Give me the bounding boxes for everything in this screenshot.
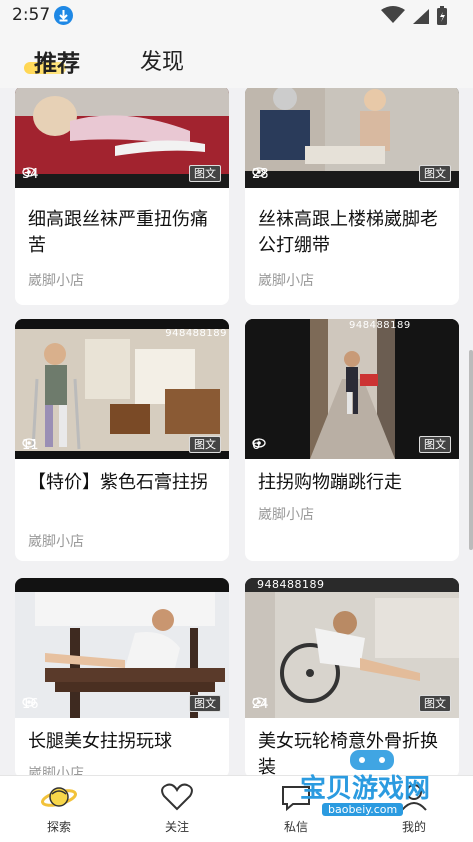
gamepad-icon xyxy=(350,750,394,770)
nav-follow[interactable]: 关注 xyxy=(147,782,207,835)
view-count: 28 xyxy=(252,167,269,182)
site-watermark-url: baobeiy.com xyxy=(322,803,404,816)
nav-explore[interactable]: 探索 xyxy=(29,782,89,835)
thumbnail-watermark: 948488189 xyxy=(349,320,411,331)
content-type-badge: 图文 xyxy=(189,436,221,453)
card-thumbnail: 948488189 11 图文 xyxy=(15,319,229,459)
status-icons xyxy=(373,4,473,28)
eye-icon xyxy=(22,167,36,177)
download-icon xyxy=(54,6,73,25)
card-title: 丝袜高跟上楼梯崴脚老公打绷带 xyxy=(258,209,438,256)
card-shop-name[interactable]: 崴脚小店 xyxy=(28,763,84,775)
site-watermark-text: 宝贝游戏网 xyxy=(300,774,431,804)
content-type-badge: 图文 xyxy=(419,436,451,453)
content-type-badge: 图文 xyxy=(189,695,221,712)
tab-discover[interactable]: 发现 xyxy=(140,44,184,76)
site-watermark: 宝贝游戏网 baobeiy.com xyxy=(282,748,462,818)
card-shop-name[interactable]: 崴脚小店 xyxy=(28,531,84,551)
wifi-icon xyxy=(381,6,405,23)
card-thumbnail: 948488189 24 图文 xyxy=(245,578,459,718)
content-type-badge: 图文 xyxy=(419,695,451,712)
feed-card[interactable]: 28 图文 丝袜高跟上楼梯崴脚老公打绷带 崴脚小店 xyxy=(245,88,459,305)
card-title: 长腿美女拄拐玩球 xyxy=(28,731,172,752)
thumbnail-watermark: 948488189 xyxy=(257,578,325,591)
feed-card[interactable]: 34 图文 细高跟丝袜严重扭伤痛苦 崴脚小店 xyxy=(15,88,229,305)
eye-icon xyxy=(252,167,266,177)
eye-icon xyxy=(252,697,266,707)
eye-icon xyxy=(252,438,266,448)
card-title: 【特价】紫色石膏拄拐 xyxy=(28,472,208,493)
view-count: 11 xyxy=(22,438,39,453)
view-count: 16 xyxy=(22,697,39,712)
card-thumbnail: 948488189 6 图文 xyxy=(245,319,459,459)
top-tab-bar: 推荐 发现 xyxy=(0,32,473,88)
heart-icon xyxy=(161,783,193,811)
content-type-badge: 图文 xyxy=(419,165,451,182)
feed-scrollbar[interactable] xyxy=(469,350,473,550)
card-thumbnail: 34 图文 xyxy=(15,88,229,188)
view-count: 24 xyxy=(252,697,269,712)
feed-card[interactable]: 948488189 24 图文 美女玩轮椅意外骨折换装 xyxy=(245,578,459,775)
feed-card[interactable]: 948488189 6 图文 拄拐购物蹦跳行走 崴脚小店 xyxy=(245,319,459,561)
eye-icon xyxy=(22,697,36,707)
card-title: 拄拐购物蹦跳行走 xyxy=(258,472,402,493)
card-shop-name[interactable]: 崴脚小店 xyxy=(258,270,314,290)
feed-grid[interactable]: 34 图文 细高跟丝袜严重扭伤痛苦 崴脚小店 28 图文 丝袜高跟上楼梯崴脚老公… xyxy=(0,88,473,775)
thumbnail-watermark: 948488189 xyxy=(165,328,227,339)
card-shop-name[interactable]: 崴脚小店 xyxy=(28,270,84,290)
card-thumbnail: 16 图文 xyxy=(15,578,229,718)
card-title: 细高跟丝袜严重扭伤痛苦 xyxy=(28,209,208,256)
battery-icon xyxy=(437,6,447,25)
planet-icon xyxy=(41,787,77,807)
signal-icon xyxy=(413,9,429,24)
feed-card[interactable]: 16 图文 长腿美女拄拐玩球 崴脚小店 xyxy=(15,578,229,775)
view-count: 6 xyxy=(252,438,266,453)
card-thumbnail: 28 图文 xyxy=(245,88,459,188)
feed-card[interactable]: 948488189 11 图文 【特价】紫色石膏拄拐 崴脚小店 xyxy=(15,319,229,561)
eye-icon xyxy=(22,438,36,448)
tab-recommend[interactable]: 推荐 xyxy=(24,44,80,78)
content-type-badge: 图文 xyxy=(189,165,221,182)
view-count: 34 xyxy=(22,167,39,182)
status-time: 2:57 xyxy=(12,5,51,25)
status-bar: 2:57 xyxy=(0,0,473,32)
card-shop-name[interactable]: 崴脚小店 xyxy=(258,504,314,524)
